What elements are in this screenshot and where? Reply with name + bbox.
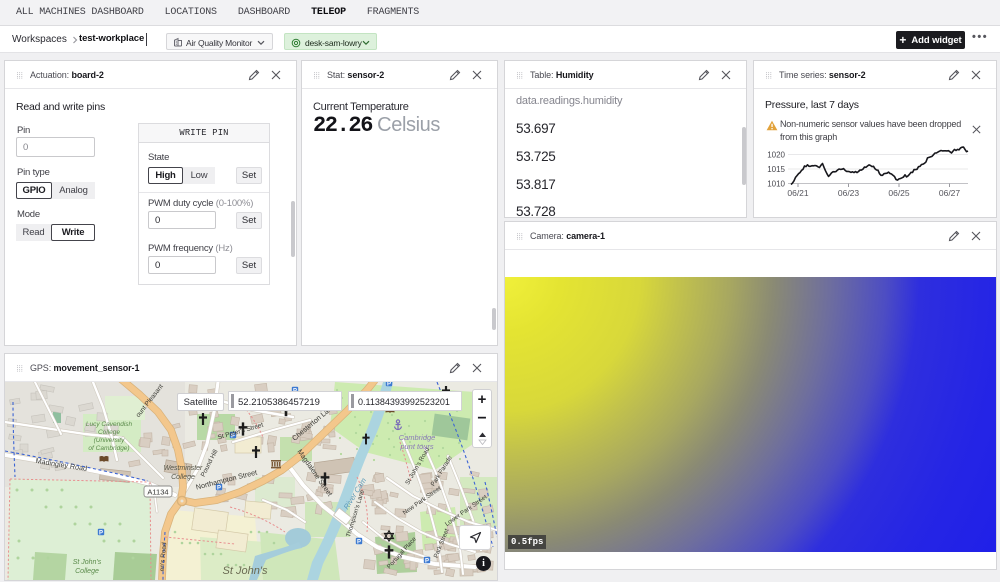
- svg-text:1010: 1010: [767, 180, 785, 189]
- svg-text:1015: 1015: [767, 165, 785, 174]
- svg-text:punt tours: punt tours: [399, 442, 434, 451]
- svg-text:A1134: A1134: [147, 488, 168, 497]
- svg-text:Westminster: Westminster: [164, 465, 203, 472]
- svg-text:(University: (University: [94, 437, 125, 444]
- svg-text:College: College: [171, 474, 195, 481]
- svg-text:06/23: 06/23: [838, 188, 860, 198]
- svg-text:College: College: [98, 429, 120, 436]
- svg-text:06/27: 06/27: [939, 188, 961, 198]
- svg-text:Cambridge: Cambridge: [399, 433, 436, 442]
- svg-text:P: P: [387, 382, 391, 387]
- svg-text:P: P: [357, 539, 361, 545]
- svg-text:St John's: St John's: [223, 565, 268, 577]
- svg-text:St John's: St John's: [73, 559, 102, 566]
- svg-text:P: P: [425, 558, 429, 564]
- svg-text:P: P: [99, 530, 103, 536]
- svg-text:1020: 1020: [767, 151, 785, 160]
- svg-text:Lucy Cavendish: Lucy Cavendish: [86, 421, 133, 428]
- svg-text:06/21: 06/21: [787, 188, 809, 198]
- svg-text:of Cambridge): of Cambridge): [88, 445, 129, 452]
- svg-text:06/25: 06/25: [888, 188, 910, 198]
- svg-text:College: College: [75, 568, 99, 575]
